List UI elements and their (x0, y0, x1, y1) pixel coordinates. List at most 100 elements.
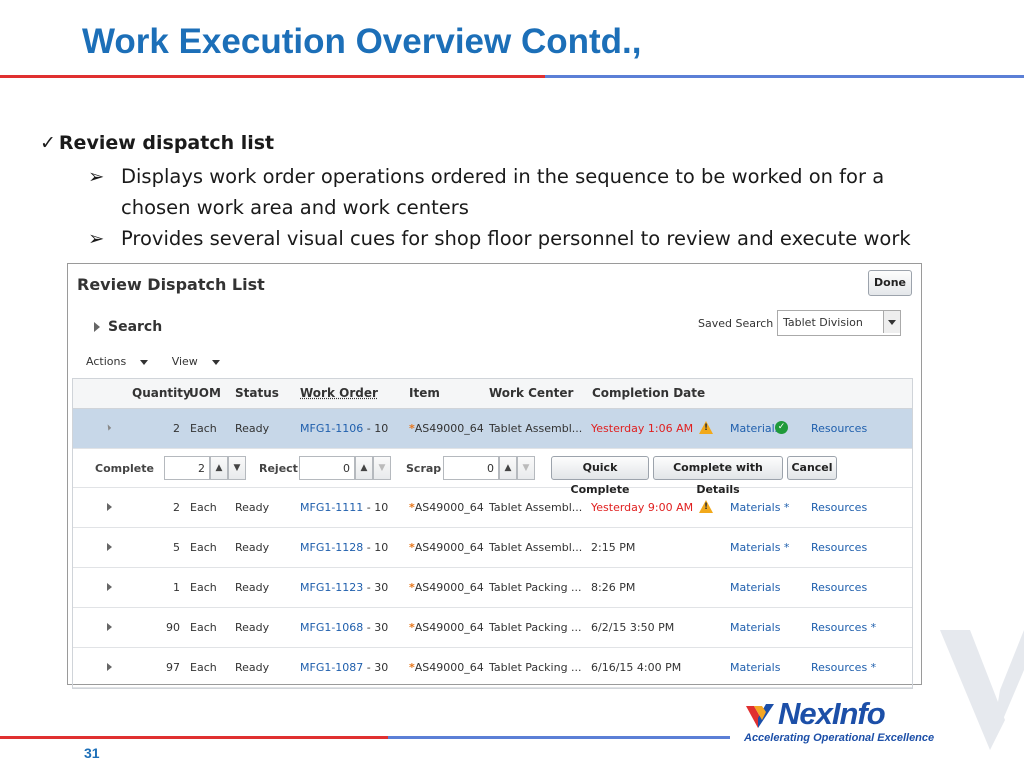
work-order-link[interactable]: MFG1-1128 (300, 541, 363, 554)
collapse-icon[interactable] (104, 424, 112, 431)
work-order-link[interactable]: MFG1-1123 (300, 581, 363, 594)
expand-icon[interactable] (107, 503, 112, 511)
table-row[interactable]: 97 Each Ready MFG1-1087 - 30 *AS49000_64 Tabl… (73, 648, 912, 688)
materials-link[interactable]: Materials * (730, 541, 789, 554)
quantity-cell: 5 (173, 541, 180, 554)
quick-complete-button[interactable]: Quick Complete (551, 456, 649, 496)
status-cell: Ready (235, 501, 270, 514)
sub-bullet-text: chosen work area and work centers (121, 196, 469, 219)
column-uom[interactable]: UOM (189, 386, 221, 400)
column-quantity[interactable]: Quantity (132, 386, 191, 400)
title-rule-blue (545, 75, 1024, 78)
item-cell: *AS49000_64 (409, 541, 484, 554)
search-disclosure[interactable]: Search (94, 319, 162, 335)
watermark-graphic (940, 630, 1024, 750)
resources-link[interactable]: Resources * (811, 621, 876, 634)
materials-link[interactable]: Materials (730, 581, 780, 594)
status-cell: Ready (235, 422, 270, 435)
warning-icon (699, 500, 713, 513)
ok-check-icon: ✓ (775, 421, 788, 434)
column-work-center[interactable]: Work Center (489, 386, 573, 400)
resources-link[interactable]: Resources (811, 581, 867, 594)
resources-link[interactable]: Resources * (811, 661, 876, 674)
uom-cell: Each (190, 621, 217, 634)
dispatch-table: Quantity UOM Status Work Order Item Work… (72, 378, 913, 689)
column-status[interactable]: Status (235, 386, 279, 400)
view-menu[interactable]: View (172, 355, 230, 368)
quantity-cell: 90 (166, 621, 180, 634)
expand-icon[interactable] (107, 583, 112, 591)
spin-down-icon[interactable]: ▼ (373, 456, 391, 480)
expand-icon[interactable] (107, 663, 112, 671)
table-row[interactable]: 90 Each Ready MFG1-1068 - 30 *AS49000_64 Tabl… (73, 608, 912, 648)
cancel-button[interactable]: Cancel (787, 456, 837, 480)
table-body: 2 Each Ready MFG1-1111 - 10 *AS49000_64 Table… (73, 488, 912, 688)
complete-label: Complete (95, 462, 154, 475)
table-header: Quantity UOM Status Work Order Item Work… (73, 379, 912, 409)
warning-icon (699, 421, 713, 434)
work-order-link[interactable]: MFG1-1111 (300, 501, 363, 514)
resources-link[interactable]: Resources (811, 541, 867, 554)
complete-with-details-button[interactable]: Complete with Details (653, 456, 783, 496)
spin-down-icon[interactable]: ▼ (517, 456, 535, 480)
status-cell: Ready (235, 661, 270, 674)
saved-search-select[interactable]: Tablet Division (777, 310, 901, 336)
bullet-main-text: Review dispatch list (58, 132, 275, 154)
item-cell: *AS49000_64 (409, 422, 484, 435)
completion-cell: 6/16/15 4:00 PM (591, 661, 682, 674)
table-row[interactable]: 1 Each Ready MFG1-1123 - 30 *AS49000_64 Table… (73, 568, 912, 608)
item-cell: *AS49000_64 (409, 581, 484, 594)
review-dispatch-panel: Review Dispatch List Done Search Saved S… (67, 263, 922, 689)
item-cell: *AS49000_64 (409, 501, 484, 514)
scrap-quantity-input[interactable]: 0 (443, 456, 499, 480)
work-order-link[interactable]: MFG1-1087 (300, 661, 363, 674)
materials-link[interactable]: Materials (730, 422, 780, 435)
table-row[interactable]: 5 Each Ready MFG1-1128 - 10 *AS49000_64 Table… (73, 528, 912, 568)
quantity-cell: 97 (166, 661, 180, 674)
materials-link[interactable]: Materials (730, 661, 780, 674)
slide-title: Work Execution Overview Contd., (82, 22, 642, 61)
completion-cell: Yesterday 9:00 AM (591, 501, 694, 514)
arrow-bullet-icon: ➢ (88, 227, 105, 250)
work-order-cell: MFG1-1068 - 30 (300, 621, 389, 634)
chevron-down-icon (211, 359, 220, 365)
title-rule-red (0, 75, 545, 78)
done-button[interactable]: Done (868, 270, 912, 296)
spin-up-icon[interactable]: ▲ (355, 456, 373, 480)
work-order-link[interactable]: MFG1-1106 (300, 422, 363, 435)
status-cell: Ready (235, 621, 270, 634)
column-completion-date[interactable]: Completion Date (592, 386, 705, 400)
actions-menu[interactable]: Actions (86, 355, 158, 368)
work-center-cell: Tablet Assembl... (489, 422, 583, 435)
completion-cell: 2:15 PM (591, 541, 636, 554)
check-icon: ✓ (40, 132, 56, 154)
materials-link[interactable]: Materials * (730, 501, 789, 514)
completion-cell: Yesterday 1:06 AM (591, 422, 694, 435)
uom-cell: Each (190, 541, 217, 554)
quantity-cell: 2 (173, 422, 180, 435)
spin-up-icon[interactable]: ▲ (210, 456, 228, 480)
materials-link[interactable]: Materials (730, 621, 780, 634)
table-row[interactable]: 2 Each Ready MFG1-1111 - 10 *AS49000_64 Table… (73, 488, 912, 528)
resources-link[interactable]: Resources (811, 422, 867, 435)
search-label: Search (108, 319, 163, 335)
table-row-selected[interactable]: 2 Each Ready MFG1-1106 - 10 *AS49000_64 … (73, 409, 912, 449)
spin-down-icon[interactable]: ▼ (228, 456, 246, 480)
logo-tagline: Accelerating Operational Excellence (744, 732, 935, 744)
work-order-cell: MFG1-1128 - 10 (300, 541, 389, 554)
spin-up-icon[interactable]: ▲ (499, 456, 517, 480)
resources-link[interactable]: Resources (811, 501, 867, 514)
work-center-cell: Tablet Packing ... (489, 661, 582, 674)
dropdown-icon[interactable] (883, 311, 900, 333)
complete-row: Complete 2 ▲ ▼ Reject 0 ▲ ▼ Scrap 0 ▲ ▼ … (73, 449, 912, 496)
item-cell: *AS49000_64 (409, 661, 484, 674)
expand-icon[interactable] (107, 543, 112, 551)
reject-quantity-input[interactable]: 0 (299, 456, 355, 480)
scrap-label: Scrap (406, 462, 442, 475)
expand-icon[interactable] (107, 623, 112, 631)
column-item[interactable]: Item (409, 386, 440, 400)
logo-wordmark: NexInfo (778, 696, 886, 731)
work-order-link[interactable]: MFG1-1068 (300, 621, 363, 634)
column-work-order[interactable]: Work Order (300, 386, 378, 400)
complete-quantity-input[interactable]: 2 (164, 456, 210, 480)
